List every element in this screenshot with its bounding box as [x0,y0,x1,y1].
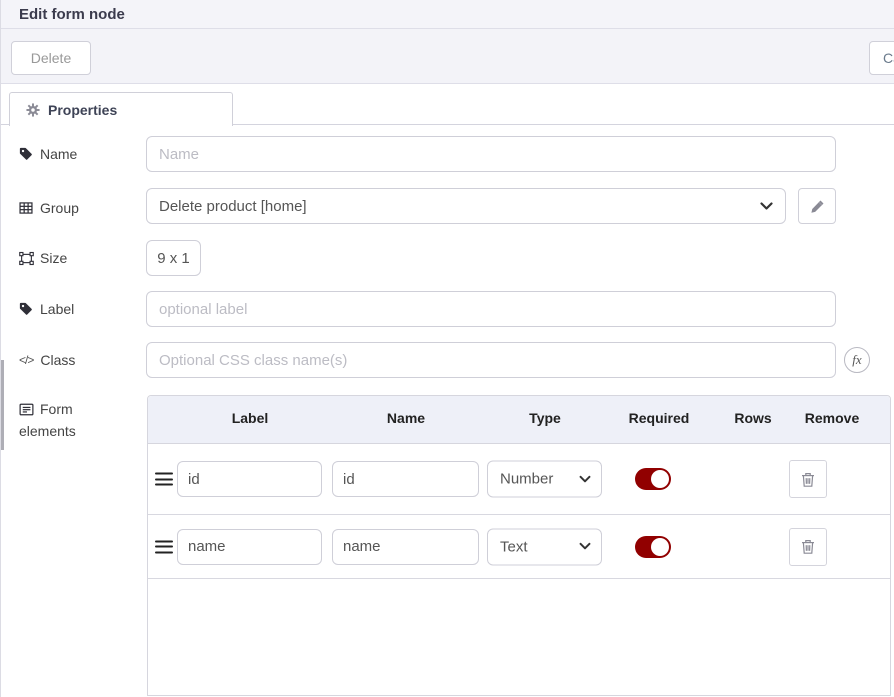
element-name-input[interactable] [332,461,479,497]
trash-icon [800,471,816,488]
table-row: Number [148,444,890,515]
gear-icon [26,103,40,117]
group-select[interactable]: Delete product [home] [146,188,786,224]
class-input[interactable] [146,342,836,378]
code-icon: </> [19,353,33,367]
pencil-icon [810,199,825,214]
name-field-label: Name [19,146,77,162]
form-elements-table: Label Name Type Required Rows Remove Num… [147,395,891,696]
dialog-header: Edit form node [1,0,894,29]
label-field-label: Label [19,301,74,317]
required-toggle[interactable] [635,536,671,558]
form-elements-label: Form [19,401,73,417]
group-field-label: Group [19,200,79,216]
column-header-name: Name [387,410,425,426]
trash-icon [800,538,816,555]
tag-icon [19,147,33,161]
cancel-button[interactable]: Cancel [869,41,894,75]
chevron-down-icon [760,202,773,211]
class-field-label: </> Class [19,352,75,368]
size-button[interactable]: 9 x 1 [146,240,201,276]
drag-handle-icon[interactable] [155,540,173,553]
size-field-label: Size [19,250,67,266]
chevron-down-icon [579,475,591,483]
element-type-select[interactable]: Text [487,528,602,565]
remove-element-button[interactable] [789,528,827,566]
form-elements-table-header: Label Name Type Required Rows Remove [148,396,890,444]
remove-element-button[interactable] [789,460,827,498]
drag-handle-icon[interactable] [155,473,173,486]
name-input[interactable] [146,136,836,172]
column-header-type: Type [529,410,561,426]
object-group-icon [19,251,33,265]
column-header-required: Required [629,410,690,426]
list-alt-icon [19,402,33,416]
required-toggle[interactable] [635,468,671,490]
delete-button[interactable]: Delete [11,41,91,75]
element-type-value: Number [500,471,553,488]
tab-properties-label: Properties [48,102,117,118]
table-row: Text [148,515,890,579]
element-label-input[interactable] [177,461,322,497]
scrollbar-thumb[interactable] [1,360,4,450]
column-header-rows: Rows [734,410,771,426]
element-type-value: Text [500,538,528,555]
column-header-label: Label [232,410,269,426]
element-type-select[interactable]: Number [487,461,602,498]
dialog-title: Edit form node [1,6,125,23]
element-label-input[interactable] [177,529,322,565]
tag-icon [19,302,33,316]
tab-properties[interactable]: Properties [9,92,233,126]
fx-expand-button[interactable]: fx [844,347,870,373]
dialog-toolbar: Delete Cancel [1,29,894,84]
edit-form-node-dialog: { "dialog": { "title": "Edit form node" … [0,0,894,697]
group-select-value: Delete product [home] [159,198,307,215]
table-icon [19,201,33,215]
form-elements-label-line2: elements [19,423,76,439]
element-name-input[interactable] [332,529,479,565]
tab-bar: Properties [1,84,894,125]
edit-group-button[interactable] [798,188,836,224]
label-input[interactable] [146,291,836,327]
column-header-remove: Remove [805,410,859,426]
chevron-down-icon [579,543,591,551]
